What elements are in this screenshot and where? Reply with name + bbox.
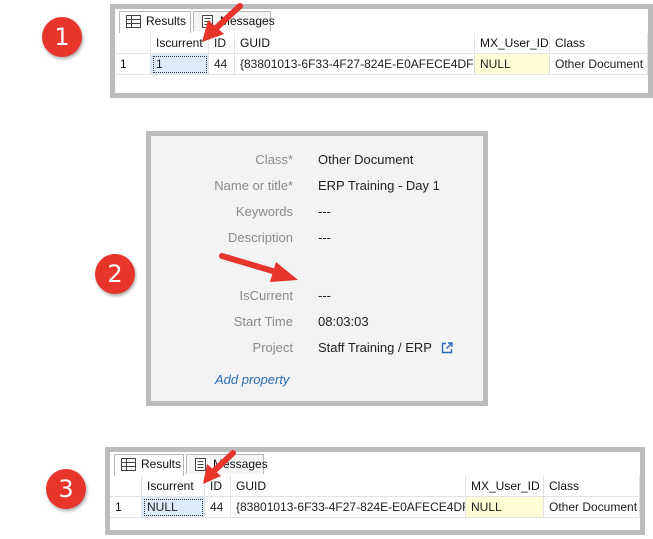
property-label: Keywords [235,204,293,219]
row-number[interactable]: 1 [110,497,142,518]
property-value: 08:03:03 [318,314,369,329]
column-header-class[interactable]: Class [544,476,640,497]
property-value: Other Document [318,152,414,167]
property-label: Class* [255,152,293,167]
results-grid: Iscurrent ID GUID MX_User_ID Class 1 1 4… [115,33,648,77]
arrow-annotation-2 [219,253,298,282]
property-row-description[interactable]: Description --- [151,228,483,248]
column-header-class[interactable]: Class [550,33,648,54]
column-header-guid[interactable]: GUID [235,33,475,54]
tab-results-label: Results [141,457,182,471]
step-badge-1: 1 [42,17,82,57]
column-header-mx-user-id[interactable]: MX_User_ID [475,33,550,54]
results-grid: Iscurrent ID GUID MX_User_ID Class 1 NUL… [110,476,640,520]
property-value: Staff Training / ERP [318,338,454,358]
project-value-text: Staff Training / ERP [318,340,432,355]
cell-iscurrent[interactable]: NULL [142,497,205,518]
property-label: IsCurrent [239,288,293,303]
results-panel-3: Results Messages Iscurrent ID GUID MX_Us… [105,447,645,535]
tab-results-label: Results [146,14,187,28]
tab-results[interactable]: Results [119,11,191,33]
column-header-iscurrent[interactable]: Iscurrent [142,476,205,497]
property-row-name-or-title[interactable]: Name or title* ERP Training - Day 1 [151,176,483,196]
grid-icon [126,15,141,28]
cell-class[interactable]: Other Document [544,497,640,518]
property-row-iscurrent[interactable]: IsCurrent --- [151,286,483,306]
results-tabstrip: Results Messages [115,9,648,34]
properties-panel: Class* Other Document Name or title* ERP… [146,131,488,406]
property-value: ERP Training - Day 1 [318,178,440,193]
tab-results[interactable]: Results [114,454,184,476]
row-header-corner [115,33,151,54]
property-value: --- [318,204,331,219]
row-number[interactable]: 1 [115,54,151,75]
external-link-icon[interactable] [441,342,454,354]
arrow-annotation-3 [203,450,236,484]
property-label: Description [227,230,293,245]
cell-mx-user-id[interactable]: NULL [466,497,544,518]
property-row-project[interactable]: Project Staff Training / ERP [151,338,483,358]
arrow-annotation-1 [202,3,243,42]
cell-guid[interactable]: {83801013-6F33-4F27-824E-E0AFECE4DF7F} [231,497,466,518]
cell-class[interactable]: Other Document [550,54,648,75]
property-label: Name or title* [214,178,293,193]
step-badge-3: 3 [46,469,86,509]
property-value: --- [318,288,331,303]
property-label: Project [252,340,293,355]
property-label: Start Time [233,314,293,329]
row-header-corner [110,476,142,497]
column-header-mx-user-id[interactable]: MX_User_ID [466,476,544,497]
results-tabstrip: Results Messages [110,452,640,477]
cell-iscurrent[interactable]: 1 [151,54,209,75]
grid-icon [121,458,136,471]
add-property-link[interactable]: Add property [215,372,289,387]
property-row-keywords[interactable]: Keywords --- [151,202,483,222]
property-row-start-time[interactable]: Start Time 08:03:03 [151,312,483,332]
step-badge-2: 2 [95,254,135,294]
cell-mx-user-id[interactable]: NULL [475,54,550,75]
results-panel-1: Results Messages Iscurrent ID GUID MX_Us… [110,4,653,98]
cell-id[interactable]: 44 [209,54,235,75]
property-row-class[interactable]: Class* Other Document [151,150,483,170]
column-header-guid[interactable]: GUID [231,476,466,497]
cell-guid[interactable]: {83801013-6F33-4F27-824E-E0AFECE4DF7F} [235,54,475,75]
cell-id[interactable]: 44 [205,497,231,518]
property-value: --- [318,230,331,245]
